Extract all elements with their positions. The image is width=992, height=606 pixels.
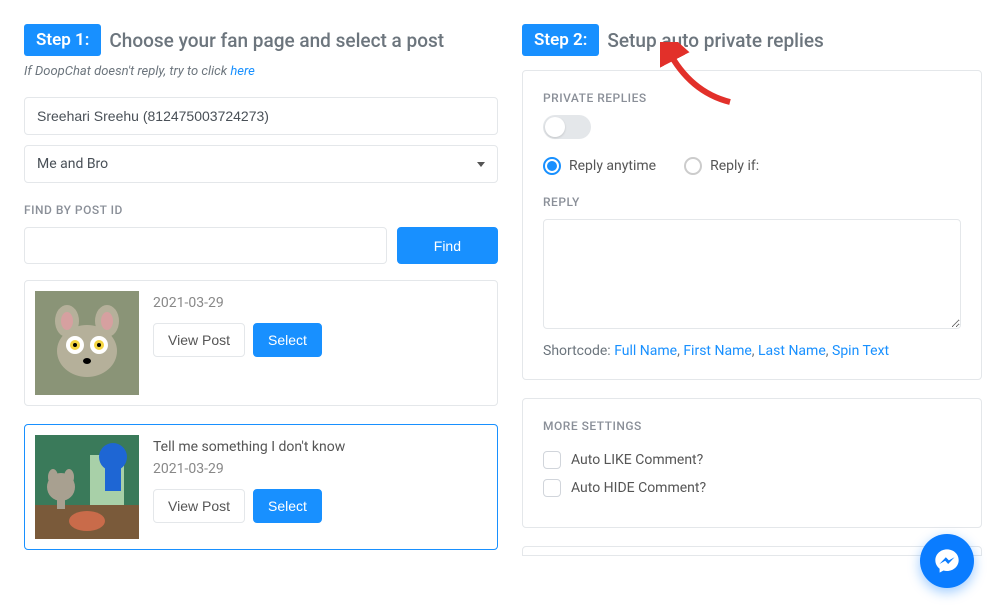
reply-textarea[interactable] xyxy=(543,219,961,329)
radio-icon xyxy=(543,157,561,175)
post-thumbnail xyxy=(35,435,139,539)
post-date: 2021-03-29 xyxy=(153,295,322,311)
view-post-button[interactable]: View Post xyxy=(153,489,245,523)
fanpage-input[interactable] xyxy=(24,97,498,135)
checkbox-icon xyxy=(543,451,561,469)
step1-header: Step 1: Choose your fan page and select … xyxy=(24,24,498,56)
private-replies-label: PRIVATE REPLIES xyxy=(543,91,961,105)
messenger-fab[interactable] xyxy=(920,534,974,588)
messenger-icon xyxy=(933,547,961,575)
shortcode-link[interactable]: Full Name xyxy=(614,343,677,359)
post-id-input[interactable] xyxy=(24,227,387,264)
step2-badge: Step 2: xyxy=(522,24,599,56)
chevron-down-icon xyxy=(477,162,485,167)
help-link[interactable]: here xyxy=(230,64,254,79)
step2-title: Setup auto private replies xyxy=(607,29,823,52)
post-date: 2021-03-29 xyxy=(153,461,345,477)
shortcode-link[interactable]: Last Name xyxy=(758,343,826,359)
shortcode-prefix: Shortcode: xyxy=(543,343,611,359)
step1-title: Choose your fan page and select a post xyxy=(109,29,444,52)
checkbox-label: Auto HIDE Comment? xyxy=(571,480,706,496)
view-post-button[interactable]: View Post xyxy=(153,323,245,357)
shortcode-link[interactable]: First Name xyxy=(683,343,751,359)
checkbox-icon xyxy=(543,479,561,497)
find-button[interactable]: Find xyxy=(397,227,498,264)
radio-reply-anytime[interactable]: Reply anytime xyxy=(543,157,656,175)
post-thumbnail xyxy=(35,291,139,395)
reply-label: REPLY xyxy=(543,195,961,209)
post-card: 2021-03-29 View Post Select xyxy=(24,280,498,406)
step1-badge: Step 1: xyxy=(24,24,101,56)
more-settings-label: MORE SETTINGS xyxy=(543,419,961,433)
shortcode-link[interactable]: Spin Text xyxy=(832,343,889,359)
private-replies-toggle[interactable] xyxy=(543,115,591,139)
post-text: Tell me something I don't know xyxy=(153,439,345,455)
post-dropdown[interactable]: Me and Bro xyxy=(24,145,498,183)
help-text: If DoopChat doesn't reply, try to click … xyxy=(24,64,498,79)
auto-like-checkbox-row[interactable]: Auto LIKE Comment? xyxy=(543,451,961,469)
step2-header: Step 2: Setup auto private replies xyxy=(522,24,982,56)
radio-label: Reply anytime xyxy=(569,158,656,174)
more-settings-panel: MORE SETTINGS Auto LIKE Comment? Auto HI… xyxy=(522,398,982,528)
checkbox-label: Auto LIKE Comment? xyxy=(571,452,703,468)
post-card: Tell me something I don't know 2021-03-2… xyxy=(24,424,498,550)
radio-label: Reply if: xyxy=(710,158,759,174)
panel-stub xyxy=(522,546,982,556)
dropdown-value: Me and Bro xyxy=(37,156,108,172)
shortcode-line: Shortcode: Full Name, First Name, Last N… xyxy=(543,343,961,359)
toggle-knob xyxy=(545,117,565,137)
find-by-post-id-label: FIND BY POST ID xyxy=(24,203,498,217)
auto-hide-checkbox-row[interactable]: Auto HIDE Comment? xyxy=(543,479,961,497)
radio-icon xyxy=(684,157,702,175)
select-post-button[interactable]: Select xyxy=(253,489,322,523)
help-prefix: If DoopChat doesn't reply, try to click xyxy=(24,64,230,79)
select-post-button[interactable]: Select xyxy=(253,323,322,357)
radio-reply-if[interactable]: Reply if: xyxy=(684,157,759,175)
private-replies-panel: PRIVATE REPLIES Reply anytime Reply if: … xyxy=(522,70,982,380)
